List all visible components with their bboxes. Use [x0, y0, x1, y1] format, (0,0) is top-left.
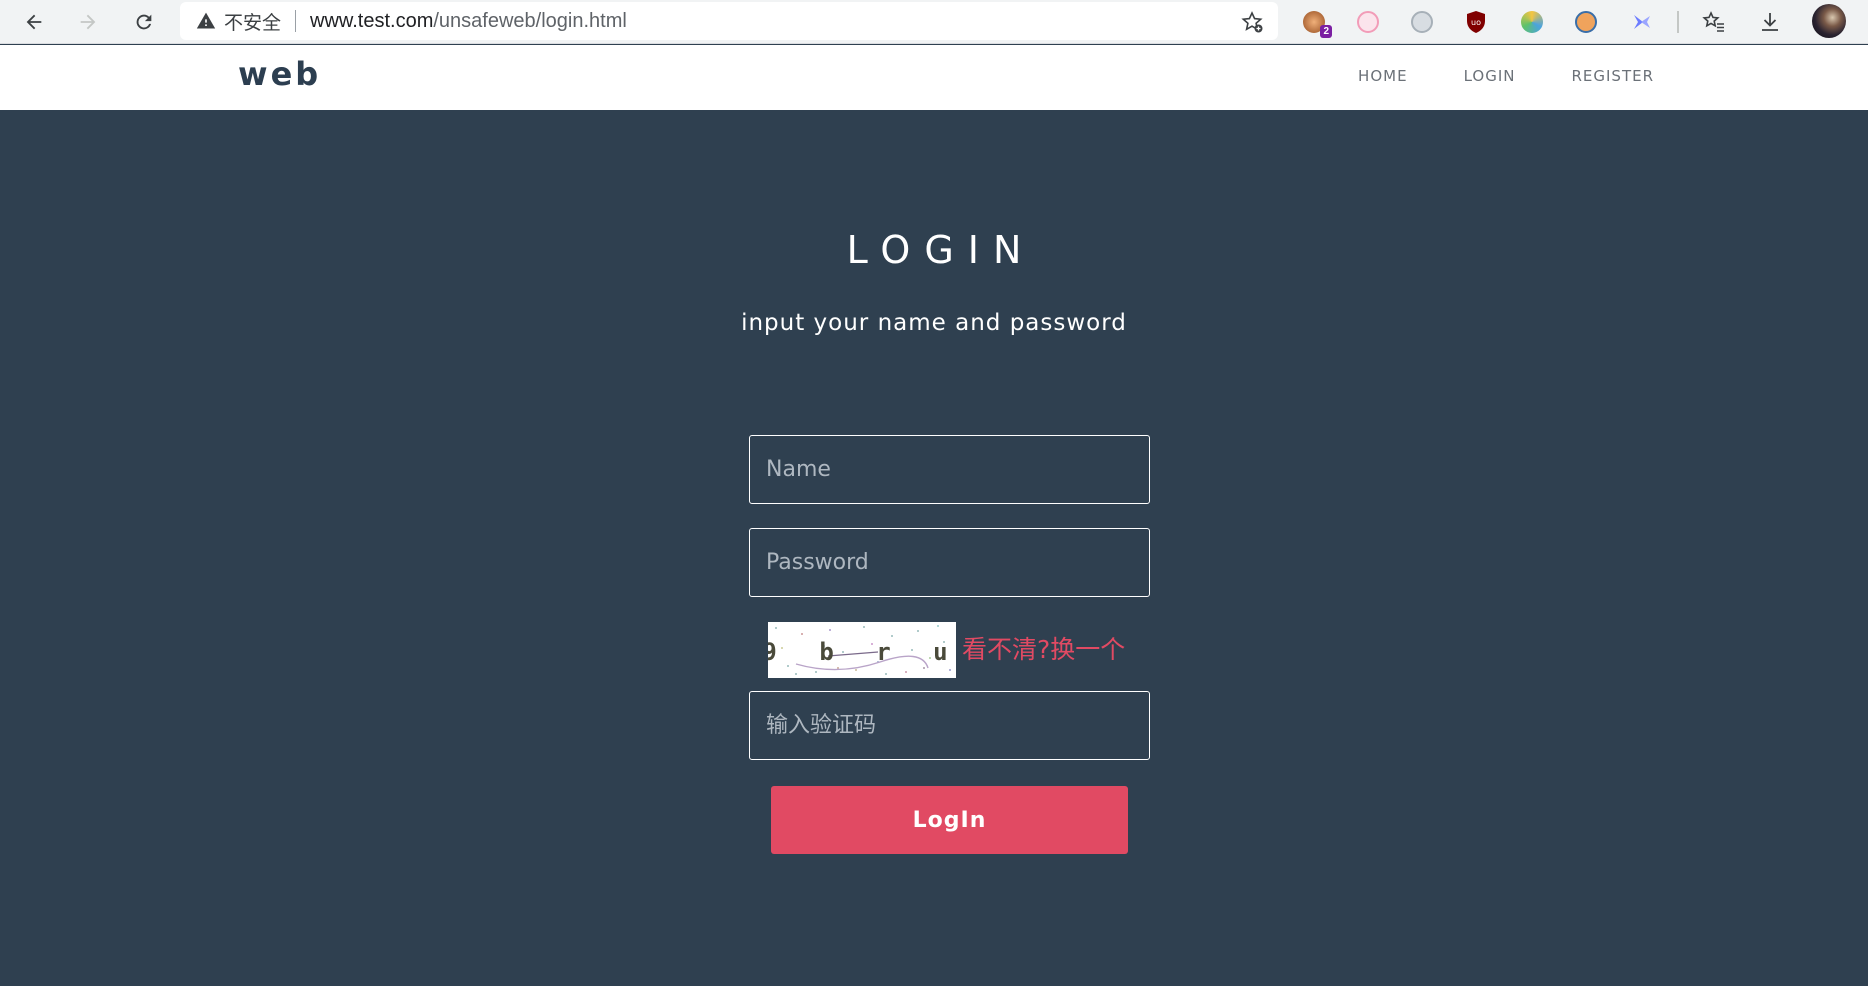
downloads-button[interactable] — [1756, 8, 1784, 36]
profile-avatar[interactable] — [1812, 4, 1846, 38]
extension-colorful[interactable] — [1518, 8, 1546, 36]
extension-tampermonkey[interactable]: 2 — [1300, 8, 1332, 38]
browser-toolbar: 不安全 www.test.com/unsafeweb/login.html 2 … — [0, 0, 1868, 44]
password-input[interactable] — [749, 528, 1150, 597]
url-path: /unsafeweb/login.html — [433, 9, 627, 32]
captcha-text: 9 b r u — [768, 638, 956, 666]
name-input[interactable] — [749, 435, 1150, 504]
reload-icon — [136, 14, 152, 30]
extension-elephant[interactable] — [1408, 8, 1436, 36]
download-icon — [1762, 13, 1778, 31]
extension-badge: 2 — [1320, 25, 1332, 38]
page-subtitle: input your name and password — [741, 310, 1127, 336]
cat-icon — [1357, 11, 1379, 33]
page-title: LOGIN — [846, 228, 1036, 272]
glasses-icon — [1575, 11, 1597, 33]
site-header: web HOME LOGIN REGISTER — [0, 45, 1868, 110]
captcha-input[interactable] — [749, 691, 1150, 760]
address-separator — [295, 10, 297, 32]
arrow-left-icon — [26, 14, 42, 30]
extension-bird[interactable] — [1628, 8, 1656, 36]
palette-icon — [1521, 11, 1543, 33]
elephant-icon — [1411, 11, 1433, 33]
arrow-right-icon — [80, 14, 96, 30]
svg-text:uo: uo — [1471, 18, 1481, 27]
bird-icon — [1634, 15, 1650, 29]
nav-home[interactable]: HOME — [1358, 67, 1408, 85]
login-button[interactable]: LogIn — [771, 786, 1128, 854]
address-bar[interactable]: 不安全 www.test.com/unsafeweb/login.html — [180, 2, 1278, 40]
toolbar-separator — [1677, 11, 1679, 33]
site-brand[interactable]: web — [238, 55, 321, 93]
extension-cat[interactable] — [1354, 8, 1382, 36]
extension-ublock[interactable]: uo — [1462, 8, 1490, 36]
nav-register[interactable]: REGISTER — [1571, 67, 1654, 85]
forward-button[interactable] — [70, 4, 106, 40]
shield-icon: uo — [1467, 11, 1485, 33]
insecure-label: 不安全 — [224, 11, 282, 34]
login-section: LOGIN input your name and password 9 b r… — [0, 110, 1868, 986]
favorites-button[interactable] — [1700, 8, 1728, 36]
captcha-refresh-link[interactable]: 看不清?换一个 — [962, 630, 1125, 666]
back-button[interactable] — [16, 4, 52, 40]
site-nav: HOME LOGIN REGISTER — [1302, 67, 1654, 85]
extension-glasses[interactable] — [1572, 8, 1600, 36]
favorites-list-icon — [1702, 11, 1724, 32]
warning-icon — [196, 12, 216, 29]
reload-button[interactable] — [126, 4, 162, 40]
url-host: www.test.com — [310, 9, 434, 32]
captcha-image[interactable]: 9 b r u — [768, 622, 956, 678]
nav-login[interactable]: LOGIN — [1464, 67, 1516, 85]
bookmark-add-icon[interactable] — [1240, 10, 1264, 34]
